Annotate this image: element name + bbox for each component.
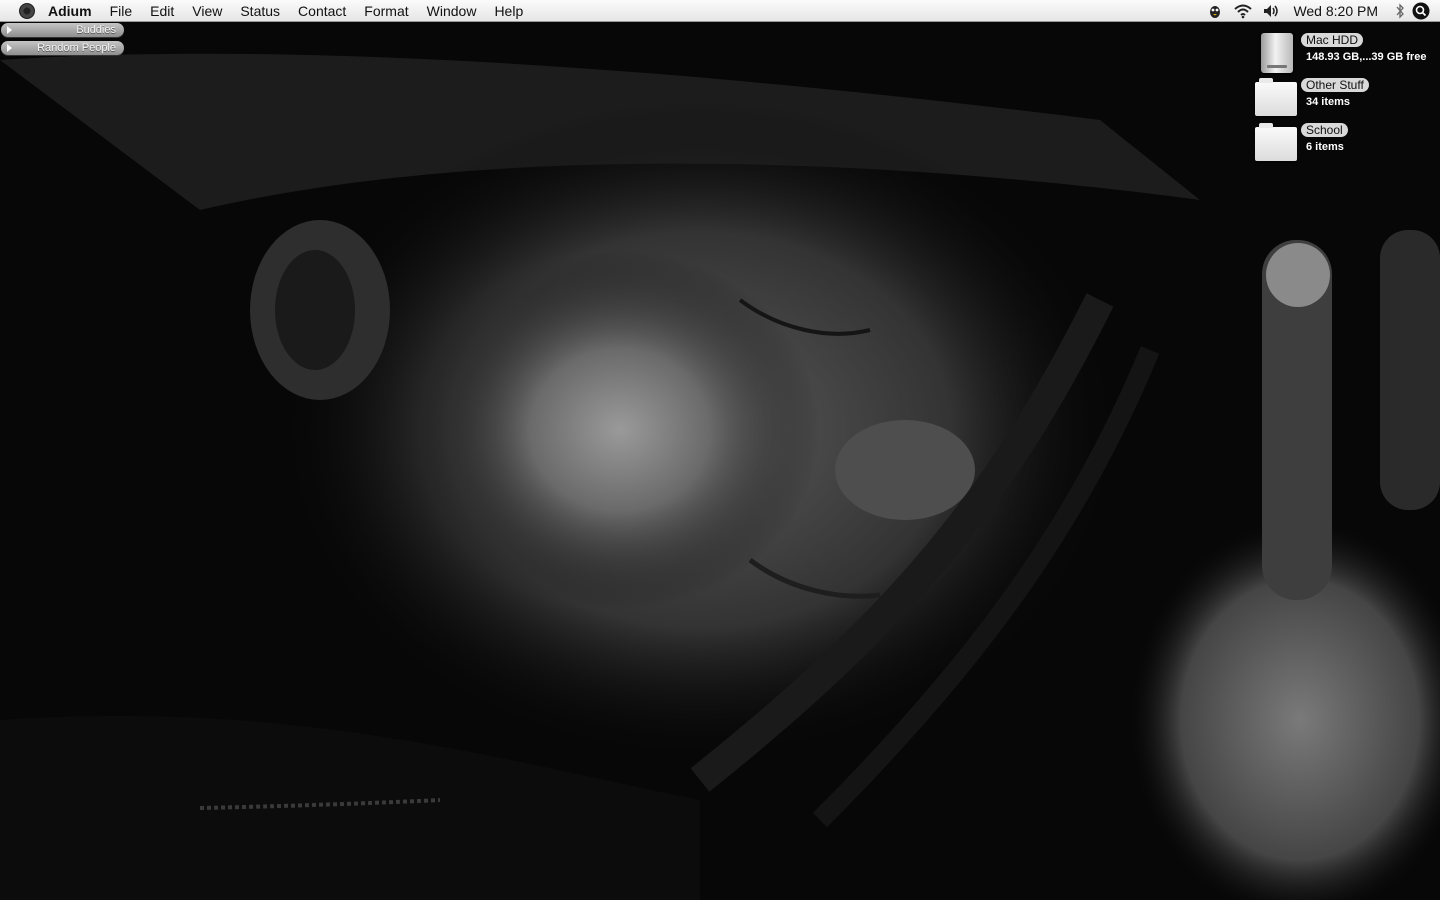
menu-app-adium[interactable]: Adium	[46, 0, 101, 22]
desktop-item-info: 34 items	[1306, 96, 1351, 108]
spotlight-search-icon[interactable]	[1410, 0, 1432, 22]
desktop-item-info: 6 items	[1306, 141, 1344, 153]
menu-status[interactable]: Status	[231, 0, 289, 22]
folder-icon[interactable]	[1253, 76, 1297, 120]
menu-clock[interactable]: Wed 8:20 PM	[1285, 3, 1390, 19]
group-label: Random People	[37, 42, 116, 54]
menu-view[interactable]: View	[183, 0, 231, 22]
desktop-item-name[interactable]: Mac HDD	[1301, 33, 1364, 47]
menu-bar: Adium File Edit View Status Contact Form…	[0, 0, 1440, 22]
bluetooth-icon[interactable]	[1390, 0, 1410, 22]
desktop-item-other-stuff[interactable]: Other Stuff 34 items	[1253, 76, 1440, 120]
menu-window[interactable]: Window	[418, 0, 486, 22]
menu-file[interactable]: File	[101, 0, 142, 22]
desktop-item-info: 148.93 GB,...39 GB free	[1306, 51, 1427, 63]
disclosure-triangle-icon[interactable]	[7, 44, 12, 52]
group-label: Buddies	[76, 24, 116, 36]
contact-group-buddies[interactable]: Buddies	[1, 23, 124, 37]
contact-group-random-people[interactable]: Random People	[1, 41, 124, 55]
disclosure-triangle-icon[interactable]	[7, 26, 12, 34]
desktop-wallpaper	[0, 0, 1440, 900]
hard-drive-icon[interactable]	[1253, 31, 1297, 75]
menu-help[interactable]: Help	[485, 0, 532, 22]
adium-duck-icon[interactable]	[1201, 0, 1229, 22]
menu-edit[interactable]: Edit	[141, 0, 183, 22]
desktop-item-school[interactable]: School 6 items	[1253, 121, 1440, 165]
desktop-item-name[interactable]: School	[1301, 123, 1348, 137]
volume-icon[interactable]	[1257, 0, 1285, 22]
adium-contact-list: Buddies Random People	[1, 23, 124, 59]
menu-extras: Wed 8:20 PM	[1201, 0, 1440, 22]
menu-format[interactable]: Format	[355, 0, 417, 22]
menu-contact[interactable]: Contact	[289, 0, 355, 22]
folder-icon[interactable]	[1253, 121, 1297, 165]
apple-menu-icon[interactable]	[19, 2, 35, 19]
wifi-icon[interactable]	[1229, 0, 1257, 22]
desktop-item-mac-hdd[interactable]: Mac HDD 148.93 GB,...39 GB free	[1253, 31, 1440, 75]
desktop-item-name[interactable]: Other Stuff	[1301, 78, 1369, 92]
